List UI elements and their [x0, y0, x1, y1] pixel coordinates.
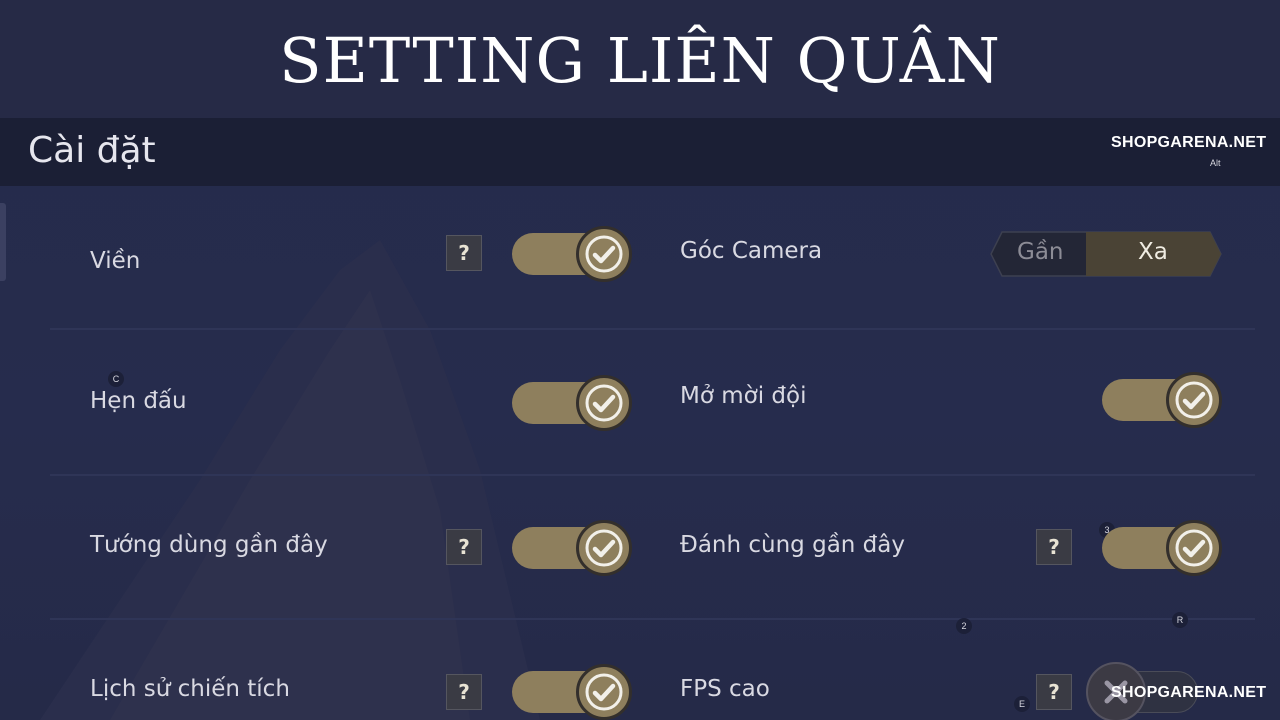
checkmark-icon: [1166, 372, 1222, 428]
checkmark-icon: [576, 226, 632, 282]
banner: SETTING LIÊN QUÂN: [0, 0, 1280, 118]
watermark-top: SHOPGARENA.NET: [1111, 134, 1267, 151]
page-title: Cài đặt: [28, 130, 156, 171]
keyhint-2: 2: [956, 618, 972, 634]
danh-cung-label: Đánh cùng gần đây: [680, 532, 905, 558]
vien-toggle[interactable]: [512, 224, 634, 284]
camera-option-xa[interactable]: Xa: [1138, 239, 1168, 265]
divider: [50, 474, 1255, 476]
danh-cung-toggle[interactable]: [1102, 518, 1224, 578]
lich-su-label: Lịch sử chiến tích: [90, 676, 290, 702]
fps-cao-label: FPS cao: [680, 676, 770, 702]
camera-segmented-control[interactable]: Gần Xa: [990, 231, 1222, 277]
hen-dau-toggle[interactable]: [512, 373, 634, 433]
hen-dau-label: Hẹn đấu: [90, 388, 187, 414]
tuong-dung-toggle[interactable]: [512, 518, 634, 578]
watermark-bottom: SHOPGARENA.NET: [1111, 684, 1267, 701]
vien-label: Viền: [90, 248, 141, 274]
keyhint-c: C: [108, 371, 124, 387]
danh-cung-help-button[interactable]: ?: [1036, 529, 1072, 565]
checkmark-icon: [576, 664, 632, 720]
divider: [50, 618, 1255, 620]
lich-su-help-button[interactable]: ?: [446, 674, 482, 710]
vien-help-button[interactable]: ?: [446, 235, 482, 271]
settings-panel: Cài đặt SHOPGARENA.NET Alt Viền ? Góc Ca…: [0, 118, 1280, 720]
mo-moi-doi-toggle[interactable]: [1102, 370, 1224, 430]
divider: [50, 328, 1255, 330]
checkmark-icon: [1166, 520, 1222, 576]
keyhint-e: E: [1014, 696, 1030, 712]
fps-cao-help-button[interactable]: ?: [1036, 674, 1072, 710]
mo-moi-doi-label: Mở mời đội: [680, 383, 807, 409]
watermark-top-sub: Alt: [1210, 158, 1221, 168]
left-edge-tab[interactable]: [0, 203, 6, 281]
lich-su-toggle[interactable]: [512, 662, 634, 720]
checkmark-icon: [576, 375, 632, 431]
camera-option-gan[interactable]: Gần: [1017, 239, 1064, 265]
tuong-dung-label: Tướng dùng gần đây: [90, 532, 328, 558]
goc-camera-label: Góc Camera: [680, 238, 823, 264]
banner-title: SETTING LIÊN QUÂN: [279, 24, 1001, 97]
keyhint-r: R: [1172, 612, 1188, 628]
panel-header: Cài đặt: [0, 118, 1280, 186]
checkmark-icon: [576, 520, 632, 576]
tuong-dung-help-button[interactable]: ?: [446, 529, 482, 565]
